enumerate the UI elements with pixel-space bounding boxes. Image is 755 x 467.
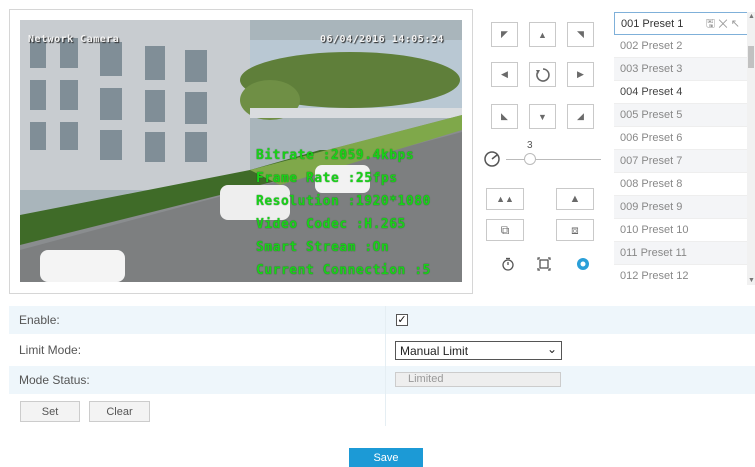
limit-mode-value: Manual Limit (400, 344, 469, 358)
osd-video-codec: Video Codec :H.265 (256, 217, 406, 232)
preset-item[interactable]: 006 Preset 6 (614, 127, 755, 150)
preset-label: 012 Preset 12 (620, 270, 689, 282)
preset-item[interactable]: 008 Preset 8 (614, 173, 755, 196)
limit-mode-row: Limit Mode: Manual Limit ⌄ (9, 336, 755, 364)
fullscreen-icon[interactable] (533, 253, 555, 275)
arrow-right-icon: ▶ (577, 69, 584, 79)
osd-current-connection: Current Connection :5 (256, 263, 431, 278)
focus-far-icon: ⧈ (571, 222, 579, 237)
pan-left-button[interactable]: ◀ (491, 62, 518, 87)
enable-row: Enable: ✓ (9, 306, 755, 334)
preset-scrollbar-thumb[interactable] (748, 46, 754, 68)
osd-bitrate: Bitrate :2059.4kbps (256, 148, 415, 163)
arrow-up-right-icon: ◥ (577, 29, 584, 39)
arrow-down-left-icon: ◣ (501, 111, 508, 121)
arrow-left-icon: ◀ (501, 69, 508, 79)
pan-down-right-button[interactable]: ◢ (567, 104, 594, 129)
scroll-down-icon[interactable]: ▼ (748, 277, 755, 284)
speed-value: 3 (527, 140, 533, 151)
scroll-up-icon[interactable]: ▲ (748, 13, 755, 20)
preset-label: 007 Preset 7 (620, 155, 683, 167)
osd-resolution: Resolution :1920*1080 (256, 194, 431, 209)
enable-checkbox[interactable]: ✓ (396, 314, 408, 326)
preset-item[interactable]: 003 Preset 3 (614, 58, 755, 81)
preset-label: 001 Preset 1 (621, 18, 684, 30)
mode-status-label: Mode Status: (19, 373, 90, 387)
reset-button[interactable] (529, 62, 556, 87)
preset-item[interactable]: 004 Preset 4 (614, 81, 755, 104)
settings-icon[interactable] (572, 253, 594, 275)
focus-near-icon: ⧉ (500, 222, 510, 237)
chevron-down-icon: ⌄ (546, 342, 557, 356)
speed-icon (481, 148, 503, 170)
mode-status-value: Limited (408, 373, 444, 385)
preset-item[interactable]: 009 Preset 9 (614, 196, 755, 219)
arrow-up-icon: ▲ (538, 29, 547, 40)
clear-button[interactable]: Clear (89, 401, 150, 422)
preset-label: 009 Preset 9 (620, 201, 683, 213)
pan-down-left-button[interactable]: ◣ (491, 104, 518, 129)
preset-item[interactable]: 005 Preset 5 (614, 104, 755, 127)
tilt-down-button[interactable]: ▼ (529, 104, 556, 129)
focus-far-button[interactable]: ⧈ (556, 219, 594, 241)
preset-item[interactable]: 010 Preset 10 (614, 219, 755, 242)
timer-icon[interactable] (497, 253, 519, 275)
form-divider (385, 306, 386, 426)
enable-label: Enable: (19, 313, 60, 327)
speed-slider-handle[interactable] (524, 153, 536, 165)
mode-status-field: Limited (395, 372, 561, 387)
preset-label: 003 Preset 3 (620, 63, 683, 75)
limit-mode-select[interactable]: Manual Limit ⌄ (395, 341, 562, 360)
preset-item[interactable]: 012 Preset 12 (614, 265, 755, 285)
pan-up-left-button[interactable]: ◤ (491, 22, 518, 47)
osd-timestamp: 06/04/2016 14:05:24 (320, 34, 444, 45)
preset-item[interactable]: 001 Preset 1 🖫 ✕ ↖ (614, 12, 755, 35)
preset-label: 006 Preset 6 (620, 132, 683, 144)
preset-label: 004 Preset 4 (620, 86, 683, 98)
limit-mode-label: Limit Mode: (19, 343, 82, 357)
preset-label: 005 Preset 5 (620, 109, 683, 121)
preset-label: 002 Preset 2 (620, 40, 683, 52)
refresh-icon (535, 67, 550, 82)
call-preset-icon[interactable]: ↖ (731, 18, 740, 30)
video-frame: Network Camera 06/04/2016 14:05:24 Bitra… (9, 9, 473, 294)
save-preset-icon[interactable]: 🖫 (706, 18, 715, 30)
osd-camera-name: Network Camera (28, 34, 120, 45)
preset-item[interactable]: 011 Preset 11 (614, 242, 755, 265)
focus-near-button[interactable]: ⧉ (486, 219, 524, 241)
osd-smart-stream: Smart Stream :On (256, 240, 390, 255)
pan-right-button[interactable]: ▶ (567, 62, 594, 87)
set-button[interactable]: Set (20, 401, 80, 422)
preset-label: 010 Preset 10 (620, 224, 689, 236)
pan-up-right-button[interactable]: ◥ (567, 22, 594, 47)
arrow-up-left-icon: ◤ (501, 29, 508, 39)
zoom-out-icon: ▲▲ (496, 194, 514, 204)
preset-label: 008 Preset 8 (620, 178, 683, 190)
arrow-down-icon: ▼ (538, 111, 547, 122)
live-video[interactable]: Network Camera 06/04/2016 14:05:24 Bitra… (20, 20, 462, 282)
preset-item[interactable]: 007 Preset 7 (614, 150, 755, 173)
zoom-in-button[interactable]: ▲ (556, 188, 594, 210)
limit-action-row: Set Clear (9, 396, 755, 426)
preset-label: 011 Preset 11 (620, 247, 687, 259)
preset-list: 001 Preset 1 🖫 ✕ ↖ 002 Preset 2 003 Pres… (614, 12, 755, 285)
preset-item[interactable]: 002 Preset 2 (614, 35, 755, 58)
osd-frame-rate: Frame Rate :25fps (256, 171, 398, 186)
speed-slider-track[interactable] (506, 159, 601, 160)
mode-status-row: Mode Status: Limited (9, 366, 755, 394)
zoom-out-button[interactable]: ▲▲ (486, 188, 524, 210)
zoom-in-icon: ▲ (569, 193, 581, 205)
preset-scrollbar[interactable]: ▲ ▼ (747, 12, 755, 285)
delete-preset-icon[interactable]: ✕ (718, 18, 728, 30)
arrow-down-right-icon: ◢ (577, 111, 584, 121)
save-button[interactable]: Save (349, 448, 423, 467)
tilt-up-button[interactable]: ▲ (529, 22, 556, 47)
